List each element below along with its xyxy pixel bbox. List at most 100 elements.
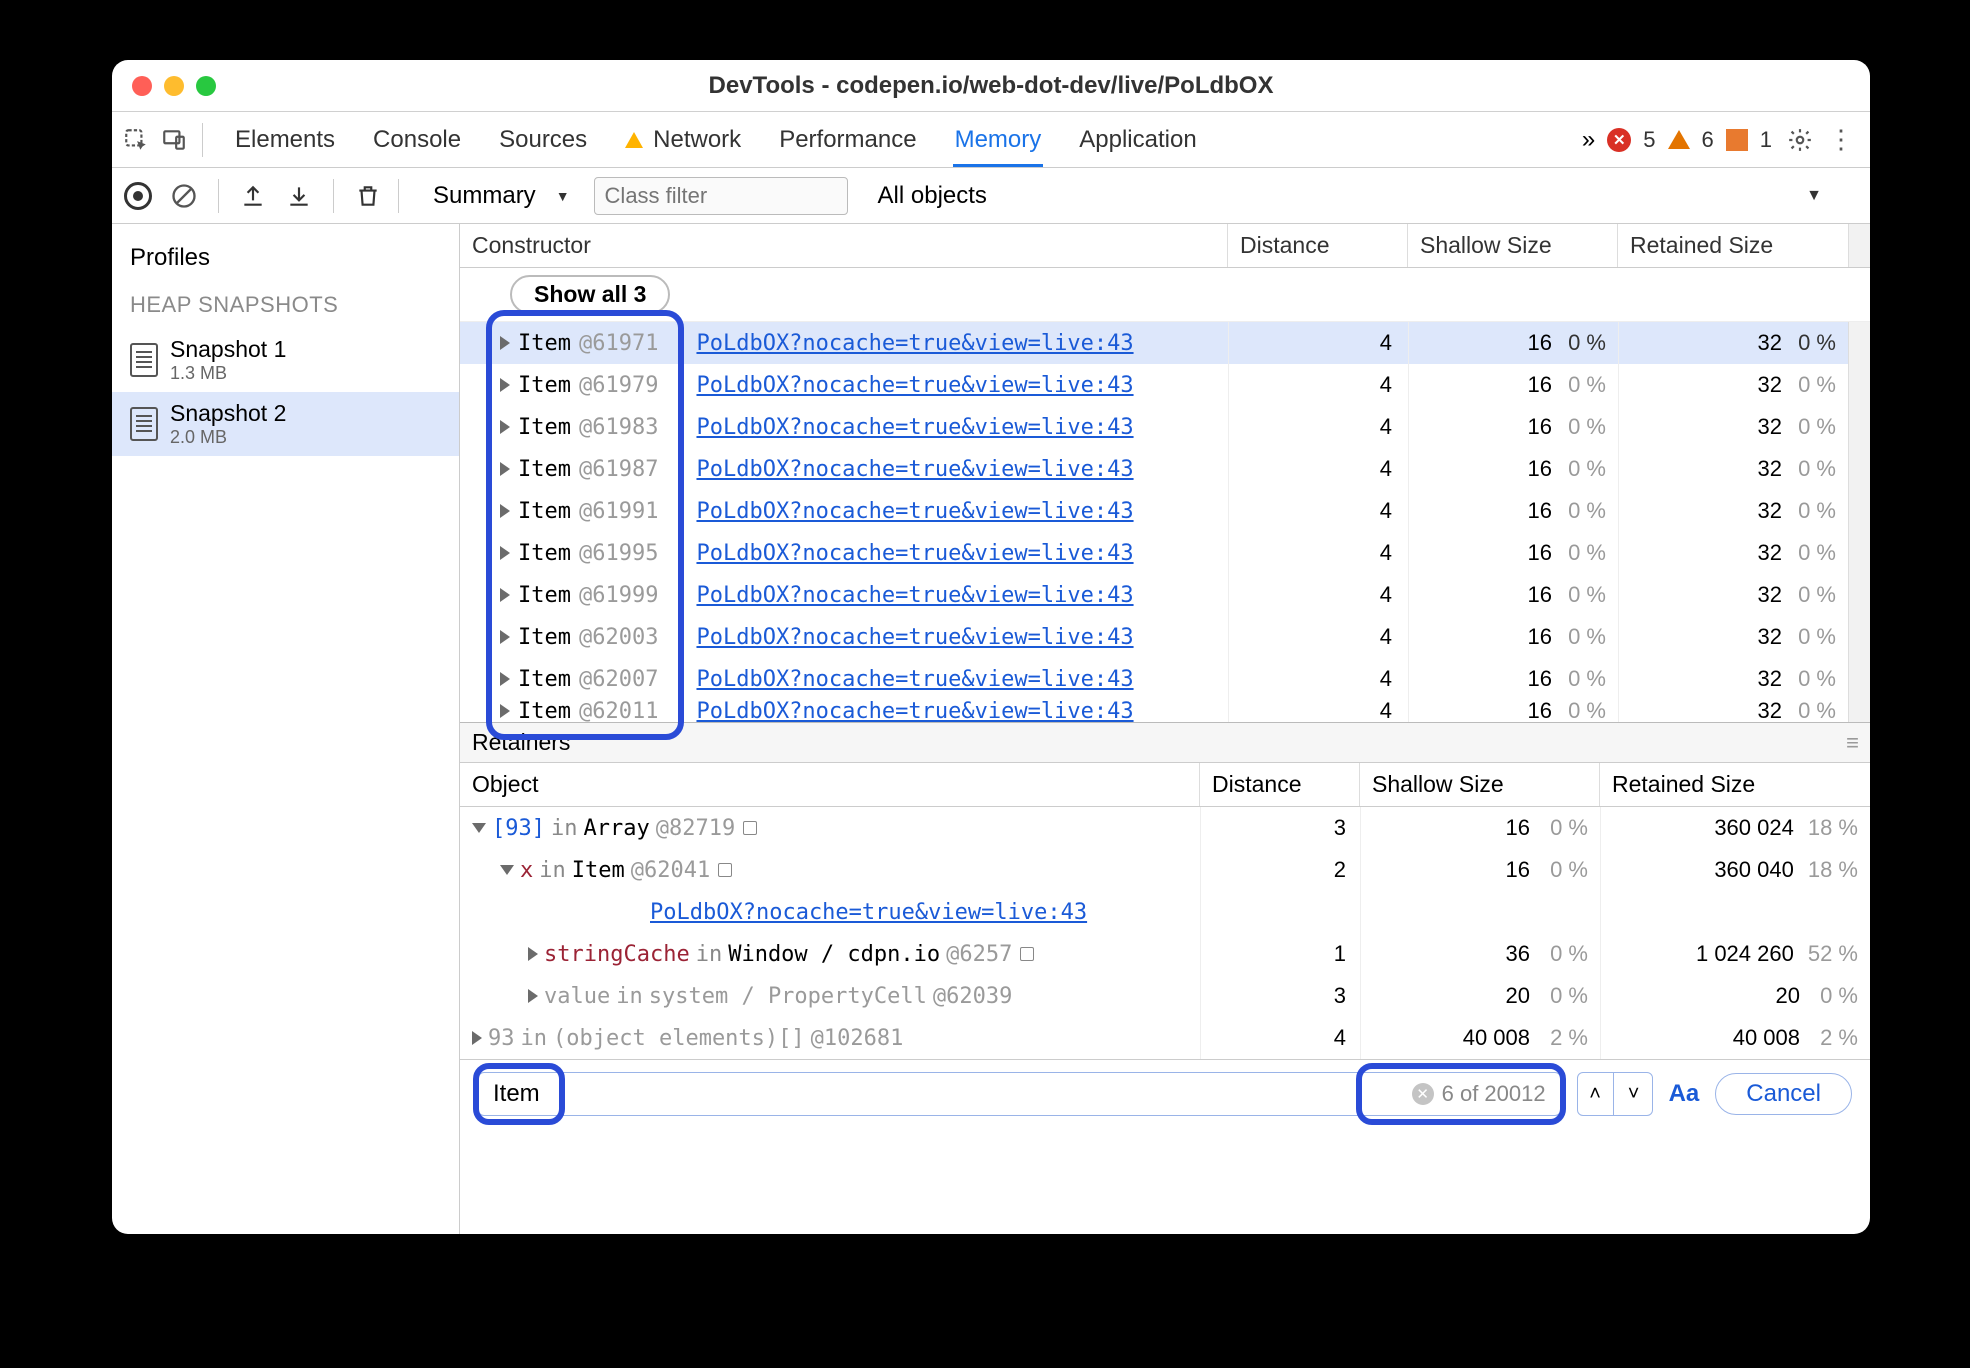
object-id: @61995 (579, 541, 658, 566)
retainer-row[interactable]: 93 in (object elements)[] @102681 4 40 0… (460, 1017, 1870, 1059)
source-link[interactable]: PoLdbOX?nocache=true&view=live:43 (696, 541, 1133, 566)
error-icon[interactable]: ✕ (1607, 128, 1631, 152)
secondary-caret-icon[interactable]: ▼ (1806, 187, 1822, 205)
source-link[interactable]: PoLdbOX?nocache=true&view=live:43 (696, 700, 1133, 722)
tab-performance[interactable]: Performance (777, 114, 918, 166)
upload-icon[interactable] (235, 178, 271, 214)
object-label-cell: Item @62007 PoLdbOX?nocache=true&view=li… (460, 667, 1228, 692)
collapse-arrow-icon[interactable] (500, 865, 514, 875)
source-link[interactable]: PoLdbOX?nocache=true&view=live:43 (696, 499, 1133, 524)
delete-icon[interactable] (350, 178, 386, 214)
object-row[interactable]: Item @61979 PoLdbOX?nocache=true&view=li… (460, 364, 1870, 406)
object-name: Item (518, 583, 571, 608)
expand-arrow-icon[interactable] (500, 546, 510, 560)
expand-arrow-icon[interactable] (500, 672, 510, 686)
expand-arrow-icon[interactable] (500, 704, 510, 718)
search-prev-icon[interactable]: ˄ (1578, 1073, 1614, 1115)
object-row[interactable]: Item @61987 PoLdbOX?nocache=true&view=li… (460, 448, 1870, 490)
object-row[interactable]: Item @61971 PoLdbOX?nocache=true&view=li… (460, 322, 1870, 364)
retainer-row[interactable]: [93] in Array @82719 3 160 % 360 02418 % (460, 807, 1870, 849)
expand-arrow-icon[interactable] (528, 989, 538, 1003)
retainer-row[interactable]: stringCache in Window / cdpn.io @6257 1 … (460, 933, 1870, 975)
overflow-tabs[interactable]: » (1582, 126, 1595, 154)
tab-console[interactable]: Console (371, 114, 463, 166)
device-toggle-icon[interactable] (158, 124, 190, 156)
source-link[interactable]: PoLdbOX?nocache=true&view=live:43 (696, 667, 1133, 692)
retainer-distance: 2 (1200, 849, 1360, 891)
settings-gear-icon[interactable] (1784, 124, 1816, 156)
object-row[interactable]: Item @61991 PoLdbOX?nocache=true&view=li… (460, 490, 1870, 532)
tab-label: Application (1079, 126, 1196, 154)
object-name: Item (518, 373, 571, 398)
show-all-button[interactable]: Show all 3 (510, 275, 670, 314)
col-shallow[interactable]: Shallow Size (1408, 224, 1618, 267)
view-dropdown[interactable]: Summary ▼ (433, 182, 570, 210)
source-link[interactable]: PoLdbOX?nocache=true&view=live:43 (696, 457, 1133, 482)
expand-arrow-icon[interactable] (500, 378, 510, 392)
clear-icon[interactable] (166, 178, 202, 214)
tab-elements[interactable]: Elements (233, 114, 337, 166)
collapse-arrow-icon[interactable] (472, 823, 486, 833)
expand-arrow-icon[interactable] (500, 588, 510, 602)
close-window-icon[interactable] (132, 76, 152, 96)
rcol-shallow[interactable]: Shallow Size (1360, 763, 1600, 806)
object-row[interactable]: Item @61995 PoLdbOX?nocache=true&view=li… (460, 532, 1870, 574)
snapshot-item[interactable]: Snapshot 1 1.3 MB (112, 328, 459, 392)
expand-arrow-icon[interactable] (500, 462, 510, 476)
source-link[interactable]: PoLdbOX?nocache=true&view=live:43 (696, 373, 1133, 398)
tab-memory[interactable]: Memory (953, 114, 1044, 166)
retainer-row[interactable]: x in Item @62041 2 160 % 360 04018 % (460, 849, 1870, 891)
window-title: DevTools - codepen.io/web-dot-dev/live/P… (112, 72, 1870, 100)
expand-arrow-icon[interactable] (500, 420, 510, 434)
warning-triangle-icon (625, 132, 643, 148)
source-link[interactable]: PoLdbOX?nocache=true&view=live:43 (696, 415, 1133, 440)
col-distance[interactable]: Distance (1228, 224, 1408, 267)
zoom-window-icon[interactable] (196, 76, 216, 96)
expand-arrow-icon[interactable] (500, 336, 510, 350)
object-row[interactable]: Item @62007 PoLdbOX?nocache=true&view=li… (460, 658, 1870, 700)
rcol-retained[interactable]: Retained Size (1600, 763, 1870, 806)
search-next-icon[interactable]: ˅ (1616, 1073, 1652, 1115)
tab-network[interactable]: Network (623, 114, 743, 166)
col-retained[interactable]: Retained Size (1618, 224, 1848, 267)
object-label-cell: Item @61971 PoLdbOX?nocache=true&view=li… (460, 331, 1228, 356)
issues-icon[interactable] (1726, 129, 1748, 151)
inspect-element-icon[interactable] (120, 124, 152, 156)
clear-search-icon[interactable]: ✕ (1412, 1083, 1434, 1105)
tab-application[interactable]: Application (1077, 114, 1198, 166)
source-link[interactable]: PoLdbOX?nocache=true&view=live:43 (650, 900, 1087, 925)
download-icon[interactable] (281, 178, 317, 214)
expand-arrow-icon[interactable] (472, 1031, 482, 1045)
expand-arrow-icon[interactable] (528, 947, 538, 961)
rcol-distance[interactable]: Distance (1200, 763, 1360, 806)
search-input[interactable] (479, 1073, 1412, 1115)
snapshot-item[interactable]: Snapshot 2 2.0 MB (112, 392, 459, 456)
object-row[interactable]: Item @61999 PoLdbOX?nocache=true&view=li… (460, 574, 1870, 616)
match-case-toggle[interactable]: Aa (1669, 1080, 1700, 1108)
object-row[interactable]: Item @62011 PoLdbOX?nocache=true&view=li… (460, 700, 1870, 722)
tab-sources[interactable]: Sources (497, 114, 589, 166)
minimize-window-icon[interactable] (164, 76, 184, 96)
kebab-menu-icon[interactable]: ⋮ (1828, 124, 1852, 155)
tab-label: Sources (499, 126, 587, 154)
scrollbar[interactable] (1848, 322, 1870, 722)
object-row[interactable]: Item @61983 PoLdbOX?nocache=true&view=li… (460, 406, 1870, 448)
retainer-row[interactable]: PoLdbOX?nocache=true&view=live:43 (460, 891, 1870, 933)
class-filter-input[interactable] (594, 177, 848, 215)
warning-icon[interactable] (1668, 130, 1690, 149)
expand-arrow-icon[interactable] (500, 630, 510, 644)
scope-dropdown[interactable]: All objects (878, 182, 987, 210)
cancel-button[interactable]: Cancel (1715, 1073, 1852, 1115)
retainer-row[interactable]: value in system / PropertyCell @62039 3 … (460, 975, 1870, 1017)
object-row[interactable]: Item @62003 PoLdbOX?nocache=true&view=li… (460, 616, 1870, 658)
drag-handle-icon[interactable]: ≡ (1846, 730, 1858, 756)
shallow-cell: 160 % (1408, 574, 1618, 616)
expand-arrow-icon[interactable] (500, 504, 510, 518)
source-link[interactable]: PoLdbOX?nocache=true&view=live:43 (696, 625, 1133, 650)
object-label-cell: Item @61983 PoLdbOX?nocache=true&view=li… (460, 415, 1228, 440)
rcol-object[interactable]: Object (460, 763, 1200, 806)
source-link[interactable]: PoLdbOX?nocache=true&view=live:43 (696, 583, 1133, 608)
col-constructor[interactable]: Constructor (460, 224, 1228, 267)
source-link[interactable]: PoLdbOX?nocache=true&view=live:43 (696, 331, 1133, 356)
record-icon[interactable] (120, 178, 156, 214)
